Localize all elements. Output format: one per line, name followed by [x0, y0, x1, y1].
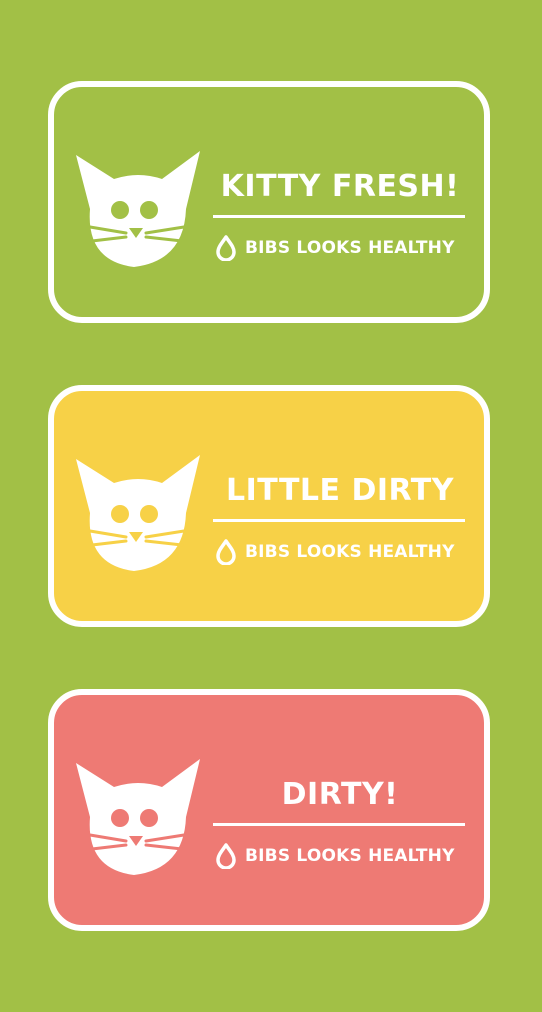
status-line: BIBS LOOKS HEALTHY — [216, 234, 455, 262]
card-title: LITTLE DIRTY — [226, 473, 454, 508]
status-text: BIBS LOOKS HEALTHY — [245, 846, 455, 866]
status-card-fresh: KITTY FRESH! BIBS LOOKS HEALTHY — [48, 81, 490, 323]
status-text: BIBS LOOKS HEALTHY — [245, 542, 455, 562]
card-title: DIRTY! — [281, 777, 399, 812]
divider — [213, 519, 465, 522]
status-card-dirty: DIRTY! BIBS LOOKS HEALTHY — [48, 689, 490, 931]
cat-face-icon — [76, 455, 200, 571]
status-line: BIBS LOOKS HEALTHY — [216, 538, 455, 566]
water-drop-icon — [216, 235, 236, 261]
divider — [213, 823, 465, 826]
water-drop-icon — [216, 539, 236, 565]
status-line: BIBS LOOKS HEALTHY — [216, 842, 455, 870]
water-drop-icon — [216, 843, 236, 869]
cat-face-icon — [76, 759, 200, 875]
status-card-little-dirty: LITTLE DIRTY BIBS LOOKS HEALTHY — [48, 385, 490, 627]
card-title: KITTY FRESH! — [220, 169, 460, 204]
divider — [213, 215, 465, 218]
status-text: BIBS LOOKS HEALTHY — [245, 238, 455, 258]
cat-face-icon — [76, 151, 200, 267]
